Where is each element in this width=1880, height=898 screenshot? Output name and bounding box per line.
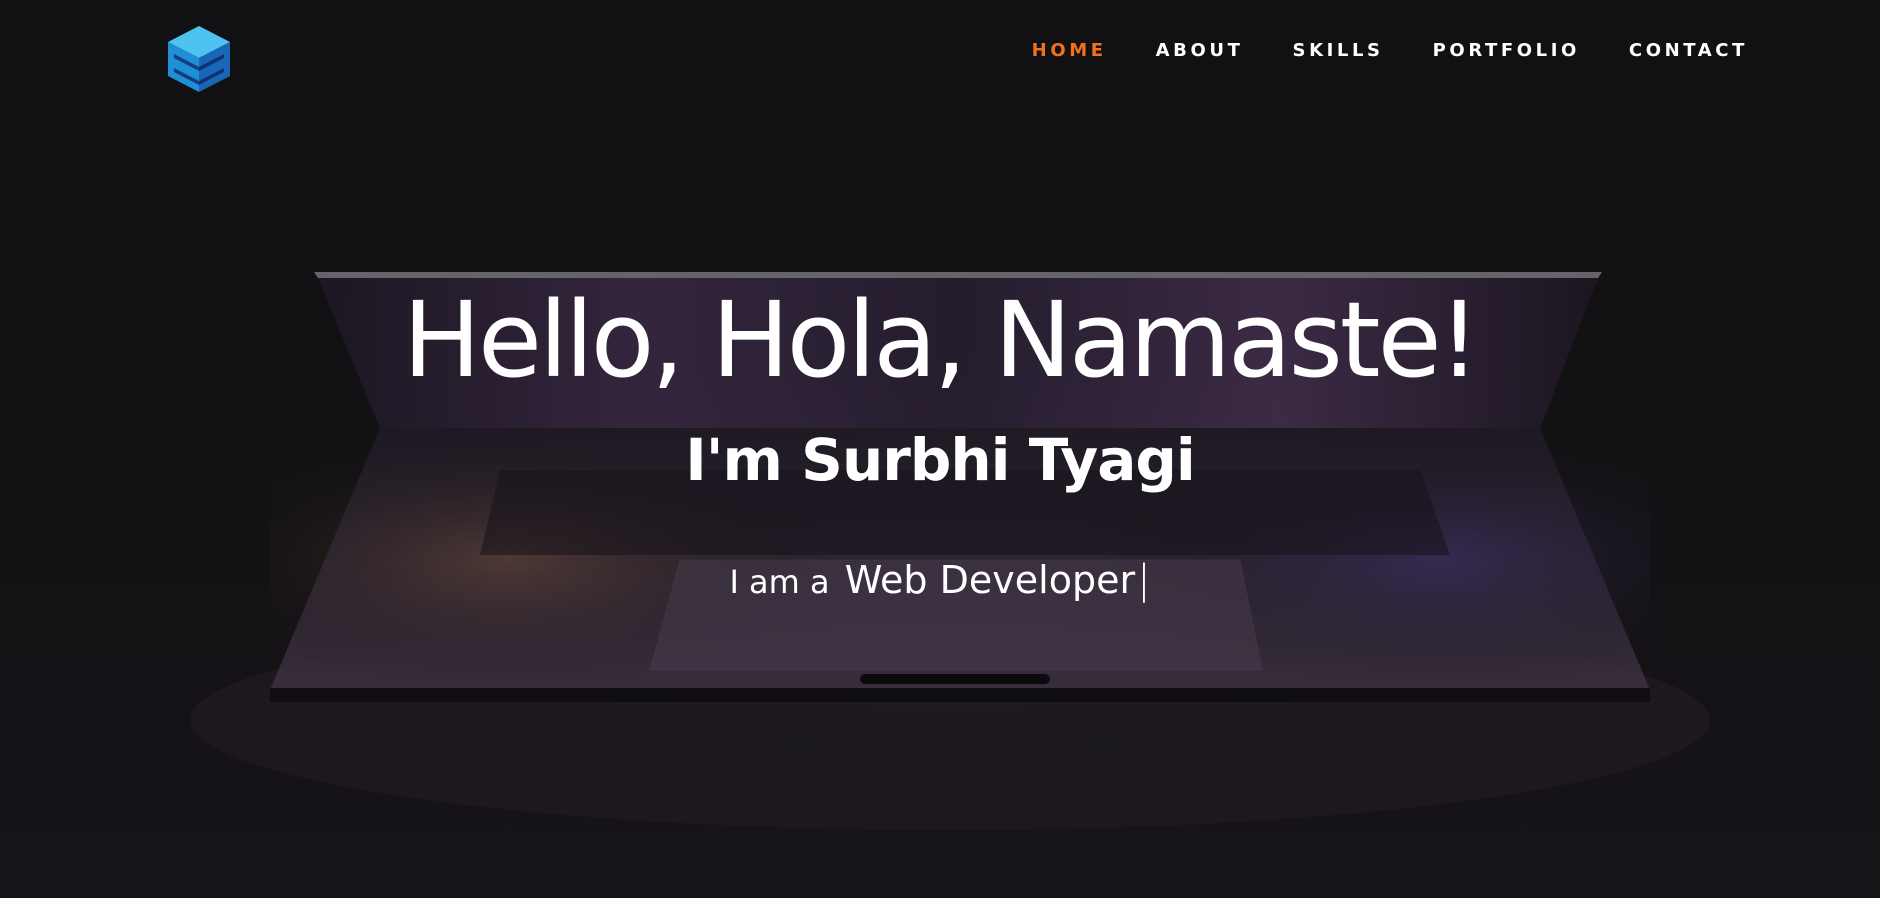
role-typed-text: Web Developer xyxy=(844,558,1136,602)
hero-name: I'm Surbhi Tyagi xyxy=(685,426,1196,494)
nav-item-about[interactable]: ABOUT xyxy=(1156,40,1244,61)
hero-headline: Hello, Hola, Namaste! xyxy=(402,279,1481,401)
nav-item-contact[interactable]: CONTACT xyxy=(1629,40,1748,61)
logo-cube-icon[interactable] xyxy=(166,24,232,94)
hero-role: I am a Web Developer| xyxy=(0,555,1880,613)
nav-item-portfolio[interactable]: PORTFOLIO xyxy=(1433,40,1580,61)
nav-item-home[interactable]: HOME xyxy=(1032,40,1107,61)
role-prefix: I am a xyxy=(729,563,830,601)
nav-item-skills[interactable]: SKILLS xyxy=(1293,40,1384,61)
top-navbar: HOME ABOUT SKILLS PORTFOLIO CONTACT xyxy=(0,0,1880,104)
nav-menu: HOME ABOUT SKILLS PORTFOLIO CONTACT xyxy=(983,40,1748,61)
hero-section: HOME ABOUT SKILLS PORTFOLIO CONTACT Hell… xyxy=(0,0,1880,898)
typing-cursor: | xyxy=(1137,557,1151,603)
